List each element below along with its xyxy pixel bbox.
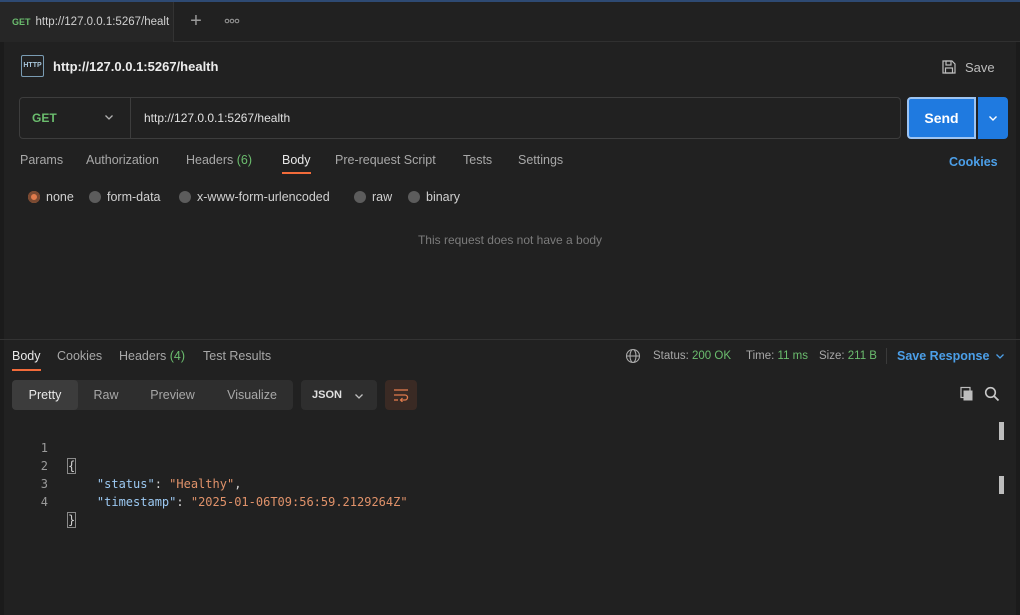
more-icon[interactable] [222,10,242,34]
request-tab[interactable]: GET http://127.0.0.1:5267/healt [0,2,174,42]
radio-icon [179,191,191,203]
size-value: 211 B [847,350,877,362]
radio-icon [89,191,101,203]
save-response-button[interactable]: Save Response [897,349,1005,363]
tab-method: GET [12,17,31,27]
radio-form-data[interactable]: form-data [89,190,161,204]
radio-label: none [46,190,74,204]
meta-divider [886,348,887,364]
json-key: "status" [96,477,155,491]
method-select[interactable]: GET [20,98,131,138]
response-active-tab-indicator [12,369,41,371]
format-value: JSON [312,389,342,401]
tab-title: http://127.0.0.1:5267/healt [35,16,170,28]
send-button[interactable]: Send [907,97,976,139]
close-brace: } [66,512,77,528]
radio-label: binary [426,190,461,204]
method-value: GET [32,111,57,125]
time-label: Time: [746,350,775,362]
radio-icon [354,191,366,203]
request-name[interactable]: http://127.0.0.1:5267/health [53,59,218,74]
radio-x-www-form-urlencoded[interactable]: x-www-form-urlencoded [179,190,330,204]
tab-prerequest-script[interactable]: Pre-request Script [335,153,436,167]
url-bar: GET http://127.0.0.1:5267/health [19,97,901,139]
view-raw-button[interactable]: Raw [78,380,134,410]
search-icon[interactable] [984,386,1000,402]
radio-label: x-www-form-urlencoded [197,190,330,204]
tab-tests[interactable]: Tests [463,153,492,167]
chevron-down-icon [989,116,997,121]
size-label: Size: [819,350,845,362]
response-tab-cookies[interactable]: Cookies [57,349,102,363]
chevron-down-icon [996,354,1005,359]
http-icon: HTTP [21,55,44,77]
wrap-lines-icon [394,389,409,402]
response-tab-headers[interactable]: Headers (4) [119,349,185,363]
tab-authorization[interactable]: Authorization [86,153,159,167]
code-text: } [66,511,77,529]
response-tab-test-results[interactable]: Test Results [203,349,271,363]
response-tab-body[interactable]: Body [12,349,41,363]
response-tab-headers-label: Headers [119,349,167,363]
cookies-link[interactable]: Cookies [949,155,998,169]
tab-body[interactable]: Body [282,153,311,167]
radio-label: raw [372,190,393,204]
status-value: 200 OK [692,350,732,362]
plus-icon[interactable]: + [184,10,208,34]
open-brace: { [66,458,77,474]
response-time[interactable]: Time: 11 ms [746,350,808,362]
url-input[interactable]: http://127.0.0.1:5267/health [144,98,290,138]
view-mode-group: Pretty Raw Preview Visualize [12,380,293,410]
save-button[interactable]: Save [941,56,995,78]
response-status[interactable]: Status: 200 OK [653,350,731,362]
right-panel-edge [1016,42,1020,615]
save-label: Save [965,59,995,75]
save-response-label: Save Response [897,349,990,363]
tab-headers-label: Headers [186,153,234,167]
tab-strip: GET http://127.0.0.1:5267/healt + [0,2,1020,42]
tab-headers-count: (6) [236,153,253,167]
no-body-message: This request does not have a body [417,233,603,247]
line-number: 4 [40,495,48,509]
time-value: 11 ms [777,350,808,362]
format-select[interactable]: JSON [301,380,377,410]
view-pretty-button[interactable]: Pretty [12,380,78,410]
tab-params[interactable]: Params [20,153,63,167]
code-text: "timestamp": "2025-01-06T09:56:59.212926… [96,495,408,509]
radio-label: form-data [107,190,161,204]
response-size[interactable]: Size: 211 B [819,350,877,362]
radio-selected-icon [28,191,40,203]
tab-headers[interactable]: Headers (6) [186,153,252,167]
chevron-down-icon [355,394,363,399]
status-label: Status: [653,350,689,362]
response-divider[interactable] [0,339,1020,340]
code-line: 2 "status": "Healthy", [0,439,242,491]
json-value: "Healthy" [169,477,235,491]
code-line: 1 { [0,421,77,474]
wrap-lines-button[interactable] [385,380,417,410]
radio-icon [408,191,420,203]
scroll-marker[interactable] [999,422,1004,440]
code-line: 4 } [0,475,77,528]
tab-settings[interactable]: Settings [518,153,563,167]
json-key: "timestamp" [96,495,177,509]
scroll-marker[interactable] [999,476,1004,494]
code-text: "status": "Healthy", [96,477,242,491]
code-line: 3 "timestamp": "2025-01-06T09:56:59.2129… [0,457,408,509]
radio-raw[interactable]: raw [354,190,392,204]
code-text: { [66,457,77,475]
radio-none[interactable]: none [28,190,74,204]
chevron-down-icon [105,115,113,120]
request-header: HTTP http://127.0.0.1:5267/health Save [0,42,1020,92]
copy-icon[interactable] [959,386,975,402]
view-preview-button[interactable]: Preview [134,380,211,410]
send-options-button[interactable] [978,97,1008,139]
active-tab-indicator [282,172,311,174]
view-visualize-button[interactable]: Visualize [211,380,293,410]
globe-icon[interactable] [625,348,641,364]
json-value: "2025-01-06T09:56:59.2129264Z" [190,495,408,509]
save-icon [942,60,956,74]
response-tab-headers-count: (4) [169,349,186,363]
radio-binary[interactable]: binary [408,190,460,204]
